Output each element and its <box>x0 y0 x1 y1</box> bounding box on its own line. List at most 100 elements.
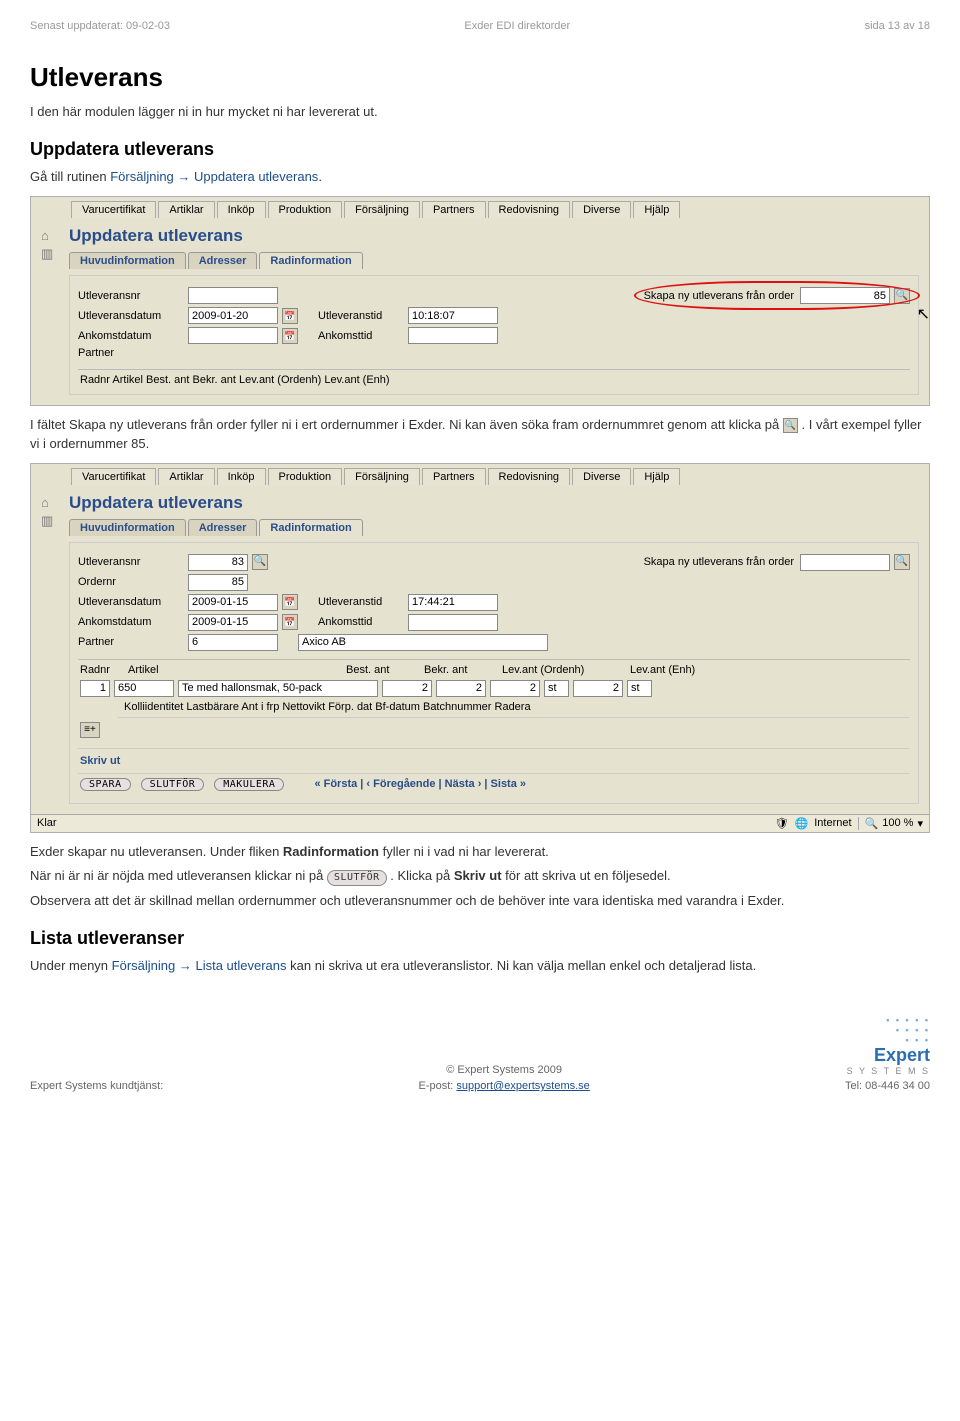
input-utlevtid[interactable]: 10:18:07 <box>408 307 498 324</box>
cell-levenh[interactable]: 2 <box>573 680 623 697</box>
app-menu-bar: Varucertifikat Artiklar Inköp Produktion… <box>31 464 929 485</box>
menu-item[interactable]: Varucertifikat <box>71 468 156 485</box>
barcode-icon[interactable]: ▥ <box>41 513 63 529</box>
side-icons: ⌂ ▥ <box>41 228 63 265</box>
menu-item[interactable]: Försäljning <box>344 201 420 218</box>
subtabs: Huvudinformation Adresser Radinformation <box>69 519 919 536</box>
after-p1: Exder skapar nu utleveransen. Under flik… <box>30 843 930 861</box>
menu-item[interactable]: Redovisning <box>488 468 571 485</box>
h2-uppdatera: Uppdatera utleverans <box>30 139 930 160</box>
input-utleveransnr[interactable] <box>188 287 278 304</box>
col: Lev.ant (Enh) <box>630 664 720 676</box>
menu-item[interactable]: Redovisning <box>488 201 571 218</box>
menu-item[interactable]: Varucertifikat <box>71 201 156 218</box>
menu-item[interactable]: Diverse <box>572 201 631 218</box>
uppdatera-text: Gå till rutinen Försäljning → Uppdatera … <box>30 168 930 186</box>
input-utlevdatum[interactable]: 2009-01-20 <box>188 307 278 324</box>
spara-button[interactable]: SPARA <box>80 778 131 791</box>
input-anktid[interactable] <box>408 327 498 344</box>
txt: Under menyn <box>30 958 112 973</box>
tab-huvud[interactable]: Huvudinformation <box>69 252 186 269</box>
home-icon[interactable]: ⌂ <box>41 495 63 510</box>
pager[interactable]: « Första | ‹ Föregående | Nästa › | Sist… <box>314 778 526 790</box>
input-ankdatum[interactable]: 2009-01-15 <box>188 614 278 631</box>
input-utleveransnr[interactable]: 83 <box>188 554 248 571</box>
tab-huvud[interactable]: Huvudinformation <box>69 519 186 536</box>
cursor-icon: ↖ <box>917 304 930 324</box>
doc-title: Exder EDI direktorder <box>464 20 570 32</box>
menu-item[interactable]: Diverse <box>572 468 631 485</box>
txt-bold: Radinformation <box>283 844 379 859</box>
menu-item[interactable]: Försäljning <box>344 468 420 485</box>
form2: Utleveransnr 83 🔍 Skapa ny utleverans fr… <box>69 542 919 804</box>
input-partner-id[interactable]: 6 <box>188 634 278 651</box>
table-header-1: Radnr Artikel Best. ant Bekr. ant Lev.an… <box>78 369 910 386</box>
route-link: Försäljning → Uppdatera utleverans <box>110 169 318 184</box>
search-icon[interactable]: 🔍 <box>894 288 910 304</box>
lbl-utlevdatum: Utleveransdatum <box>78 596 188 608</box>
zoom-value: 100 % <box>882 817 913 829</box>
col: Radnr <box>80 664 110 676</box>
tab-adresser[interactable]: Adresser <box>188 519 258 536</box>
slutfor-button[interactable]: SLUTFÖR <box>141 778 205 791</box>
input-skapa-order[interactable] <box>800 554 890 571</box>
home-icon[interactable]: ⌂ <box>41 228 63 243</box>
footer-center: © Expert Systems 2009 E-post: support@ex… <box>163 1064 845 1092</box>
menu-item[interactable]: Hjälp <box>633 468 680 485</box>
menu-item[interactable]: Artiklar <box>158 468 214 485</box>
menu-item[interactable]: Produktion <box>268 468 343 485</box>
email-link[interactable]: support@expertsystems.se <box>456 1080 589 1092</box>
cell-radnr[interactable]: 1 <box>80 680 110 697</box>
skriv-ut-link[interactable]: Skriv ut <box>78 748 910 773</box>
screenshot-1: Varucertifikat Artiklar Inköp Produktion… <box>30 196 930 406</box>
zoom-icon[interactable]: 🔍 <box>865 817 879 830</box>
lbl-utleveransnr: Utleveransnr <box>78 556 188 568</box>
menu-item[interactable]: Partners <box>422 201 486 218</box>
menu-item[interactable]: Hjälp <box>633 201 680 218</box>
tab-adresser[interactable]: Adresser <box>188 252 258 269</box>
input-anktid[interactable] <box>408 614 498 631</box>
search-icon[interactable]: 🔍 <box>894 554 910 570</box>
zoom-dropdown-icon[interactable]: ▾ <box>917 817 923 830</box>
route-link: Försäljning → Lista utleverans <box>112 958 287 973</box>
txt: När ni är ni är nöjda med utleveransen k… <box>30 868 327 883</box>
input-utlevdatum[interactable]: 2009-01-15 <box>188 594 278 611</box>
input-ordernr[interactable]: 85 <box>188 574 248 591</box>
subtabs: Huvudinformation Adresser Radinformation <box>69 252 919 269</box>
menu-item[interactable]: Produktion <box>268 201 343 218</box>
logo-subtext: S Y S T E M S <box>845 1066 930 1076</box>
col: Best. ant <box>346 664 406 676</box>
add-row-icon[interactable]: ≡+ <box>80 722 100 738</box>
menu-item[interactable]: Artiklar <box>158 201 214 218</box>
calendar-icon[interactable]: 📅 <box>282 614 298 630</box>
input-partner-name[interactable]: Axico AB <box>298 634 548 651</box>
cell-best[interactable]: 2 <box>382 680 432 697</box>
barcode-icon[interactable]: ▥ <box>41 246 63 262</box>
calendar-icon[interactable]: 📅 <box>282 308 298 324</box>
input-ankdatum[interactable] <box>188 327 278 344</box>
lbl-skapa: Skapa ny utleverans från order <box>644 556 794 568</box>
status-bar: Klar 🛡 🌐 Internet 🔍 100 % ▾ <box>31 814 929 832</box>
mid-paragraph: I fältet Skapa ny utleverans från order … <box>30 416 930 452</box>
cell-levord[interactable]: 2 <box>490 680 540 697</box>
cell-unit: st <box>544 680 569 697</box>
search-icon[interactable]: 🔍 <box>252 554 268 570</box>
lbl-partner: Partner <box>78 347 188 359</box>
menu-item[interactable]: Inköp <box>217 468 266 485</box>
menu-item[interactable]: Inköp <box>217 201 266 218</box>
cell-bekr[interactable]: 2 <box>436 680 486 697</box>
calendar-icon[interactable]: 📅 <box>282 328 298 344</box>
tab-radinfo[interactable]: Radinformation <box>259 252 362 269</box>
status-internet: Internet <box>814 817 851 829</box>
input-skapa-order[interactable]: 85 <box>800 287 890 304</box>
tab-radinfo[interactable]: Radinformation <box>259 519 362 536</box>
cell-artikel[interactable]: 650 <box>114 680 174 697</box>
input-utlevtid[interactable]: 17:44:21 <box>408 594 498 611</box>
makulera-button[interactable]: MAKULERA <box>214 778 284 791</box>
calendar-icon[interactable]: 📅 <box>282 594 298 610</box>
lbl-skapa: Skapa ny utleverans från order <box>644 290 794 302</box>
app-title: Uppdatera utleverans <box>69 226 919 246</box>
menu-item[interactable]: Partners <box>422 468 486 485</box>
lbl-anktid: Ankomsttid <box>318 616 408 628</box>
cell-desc[interactable]: Te med hallonsmak, 50-pack <box>178 680 378 697</box>
